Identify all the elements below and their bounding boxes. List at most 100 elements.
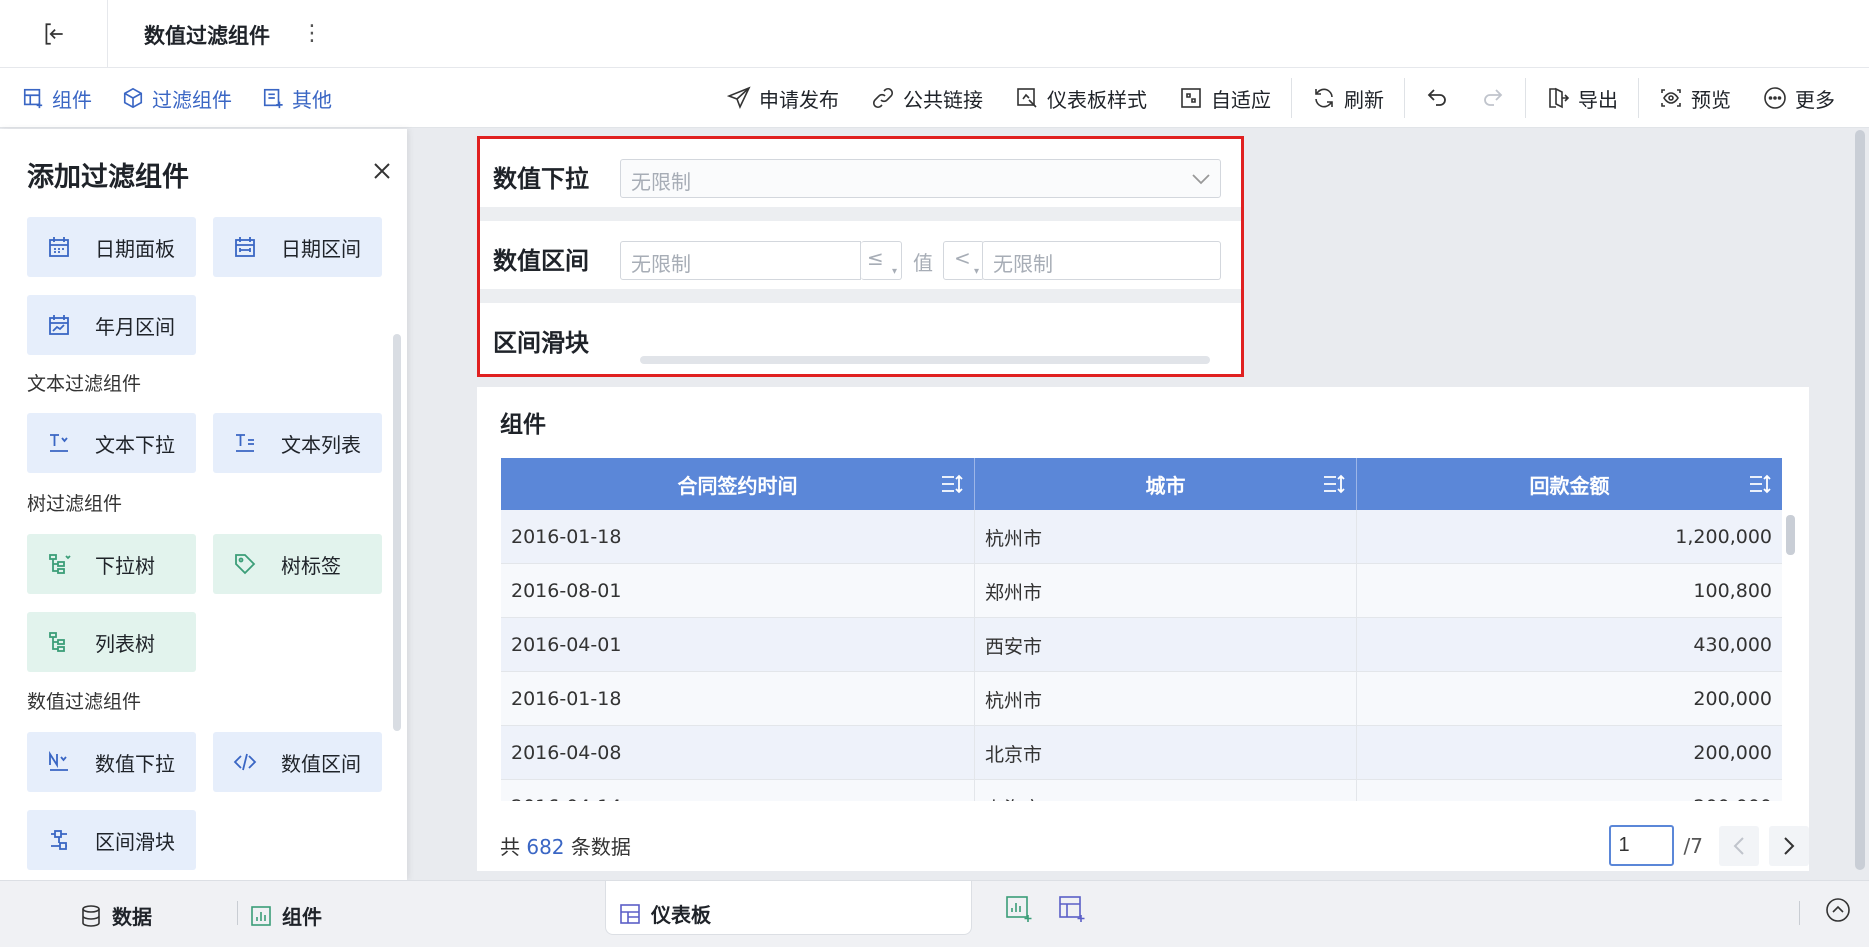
canvas-scrollbar[interactable] [1855, 130, 1865, 870]
range-max-input[interactable]: 无限制 [982, 241, 1221, 280]
sort-icon[interactable] [1322, 473, 1346, 495]
close-icon[interactable] [370, 159, 394, 183]
add-component-button[interactable]: 组件 [22, 84, 92, 113]
preview-icon [1659, 86, 1683, 110]
component-tab[interactable]: 组件 [250, 901, 322, 930]
dropdown-placeholder: 无限制 [631, 170, 691, 194]
next-page-button[interactable] [1769, 825, 1809, 866]
chip-label: 年月区间 [95, 315, 175, 339]
text-dropdown-item[interactable]: 文本下拉 [27, 413, 196, 473]
exit-button[interactable] [0, 0, 108, 68]
date-range-item[interactable]: 日期区间 [213, 217, 382, 277]
chip-label: 日期面板 [95, 237, 175, 261]
page-input[interactable] [1608, 825, 1674, 866]
text-list-item[interactable]: 文本列表 [213, 413, 382, 473]
dashboard-icon [619, 903, 641, 925]
range-max-placeholder: 无限制 [993, 252, 1053, 276]
table-scroll-thumb[interactable] [1786, 515, 1795, 555]
chip-label: 树标签 [281, 554, 341, 578]
column-header[interactable]: 回款金额 [1357, 458, 1782, 510]
date-panel-item[interactable]: 日期面板 [27, 217, 196, 277]
range-max-operator[interactable]: < ▾ [943, 241, 984, 280]
range-slider-track[interactable] [640, 356, 1210, 364]
city-cell: 郑州市 [975, 564, 1357, 618]
range-value-label: 值 [913, 251, 933, 275]
table-row[interactable]: 2016-04-01 西安市 430,000 [501, 618, 1782, 672]
tree-tag-item[interactable]: 树标签 [213, 534, 382, 594]
add-component-sheet-icon[interactable] [1005, 895, 1033, 923]
table-body: 2016-01-18 杭州市 1,200,000 2016-08-01 郑州市 … [501, 510, 1782, 801]
preview-button[interactable]: 预览 [1643, 84, 1747, 113]
bar-chart-icon [250, 905, 272, 927]
chip-label: 文本列表 [281, 433, 361, 457]
dashboard-title: 数值过滤组件 [144, 24, 270, 48]
undo-icon [1425, 86, 1449, 110]
number-dropdown-item[interactable]: 数值下拉 [27, 732, 196, 792]
count-suffix: 条数据 [570, 835, 631, 859]
year-month-range-item[interactable]: 年月区间 [27, 295, 196, 355]
range-slider-item[interactable]: 区间滑块 [27, 810, 196, 870]
column-header[interactable]: 合同签约时间 [501, 458, 975, 510]
dashboard-tab[interactable]: 仪表板 [605, 881, 972, 935]
dashboard-style-button[interactable]: 仪表板样式 [999, 84, 1163, 113]
add-filter-button[interactable]: 过滤组件 [122, 84, 232, 113]
range-min-placeholder: 无限制 [631, 252, 691, 276]
table-row[interactable]: 2016-08-01 郑州市 100,800 [501, 564, 1782, 618]
public-link-button[interactable]: 公共链接 [855, 84, 999, 113]
data-tab[interactable]: 数据 [80, 901, 152, 930]
chip-label: 数值下拉 [95, 752, 175, 776]
text-dropdown-icon [47, 431, 71, 455]
panel-scrollbar[interactable] [393, 334, 401, 731]
canvas-scroll-thumb[interactable] [1855, 130, 1865, 870]
adaptive-icon [1179, 86, 1203, 110]
public-link-label: 公共链接 [903, 87, 983, 112]
code-icon [233, 750, 257, 774]
operator-label: < [954, 246, 971, 270]
number-range-item[interactable]: 数值区间 [213, 732, 382, 792]
adaptive-button[interactable]: 自适应 [1163, 84, 1287, 113]
redo-button[interactable] [1465, 86, 1521, 110]
dashboard-tab-label: 仪表板 [651, 903, 711, 927]
dropdown-tree-item[interactable]: 下拉树 [27, 534, 196, 594]
sort-icon[interactable] [940, 473, 964, 495]
table-row[interactable]: 2016-04-14 上海市 200,000 [501, 780, 1782, 801]
other-icon [262, 87, 284, 109]
table-row[interactable]: 2016-01-18 杭州市 200,000 [501, 672, 1782, 726]
column-header-label: 城市 [1145, 473, 1186, 498]
prev-page-button[interactable] [1719, 825, 1759, 866]
add-dashboard-icon[interactable] [1058, 895, 1086, 923]
pagination: /7 [1608, 825, 1809, 866]
table-row[interactable]: 2016-01-18 杭州市 1,200,000 [501, 510, 1782, 564]
add-component-icon [22, 87, 44, 109]
range-min-input[interactable]: 无限制 [620, 241, 861, 280]
chip-label: 列表树 [95, 632, 155, 656]
table-scrollbar[interactable] [1786, 510, 1795, 801]
undo-button[interactable] [1409, 86, 1465, 110]
other-button[interactable]: 其他 [262, 84, 332, 113]
redo-icon [1481, 86, 1505, 110]
range-slider-widget: 区间滑块 [480, 303, 1241, 374]
refresh-button[interactable]: 刷新 [1296, 84, 1400, 113]
export-icon [1546, 86, 1570, 110]
publish-button[interactable]: 申请发布 [711, 84, 855, 113]
sort-icon[interactable] [1748, 473, 1772, 495]
number-dropdown-select[interactable]: 无限制 [620, 159, 1221, 198]
city-cell: 上海市 [975, 780, 1357, 801]
adaptive-label: 自适应 [1211, 87, 1271, 112]
column-header[interactable]: 城市 [975, 458, 1357, 510]
calendar-chart-icon [47, 313, 71, 337]
number-range-widget: 数值区间 无限制 ≤ ▾ 值 < ▾ 无限制 [480, 221, 1241, 289]
database-icon [80, 904, 102, 928]
table-row[interactable]: 2016-04-08 北京市 200,000 [501, 726, 1782, 780]
send-icon [727, 86, 751, 110]
date-cell: 2016-08-01 [501, 564, 975, 618]
number-dropdown-label: 数值下拉 [493, 165, 589, 193]
list-tree-item[interactable]: 列表树 [27, 612, 196, 672]
export-button[interactable]: 导出 [1530, 84, 1634, 113]
more-button[interactable]: 更多 [1747, 84, 1851, 113]
title-menu-icon[interactable]: ⋮ [301, 18, 323, 48]
range-min-operator[interactable]: ≤ ▾ [861, 241, 902, 280]
refresh-icon [1312, 86, 1336, 110]
exit-icon [41, 21, 67, 47]
collapse-up-icon[interactable] [1825, 897, 1851, 923]
